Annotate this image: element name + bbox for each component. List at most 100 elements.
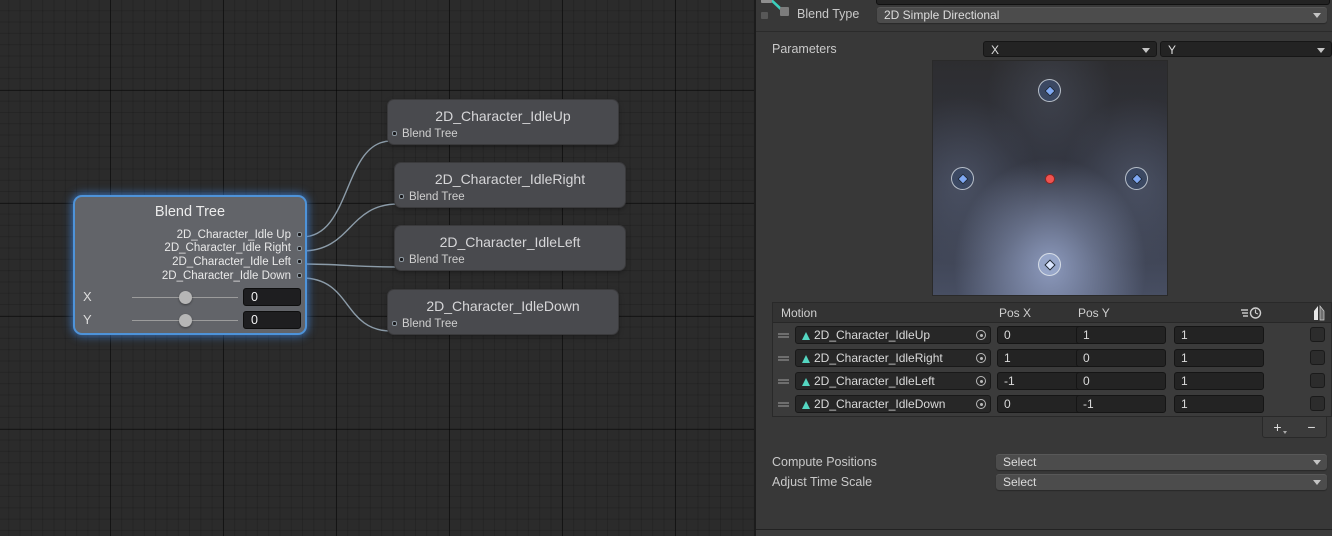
graph-canvas[interactable]: Blend Tree 2D_Character_Idle Up 2D_Chara… [0,0,755,536]
speed-field[interactable]: 1 [1174,326,1264,344]
parameters-label: Parameters [772,42,837,56]
blend-type-value: 2D Simple Directional [884,8,999,22]
node-idle-left[interactable]: 2D_Character_IdleLeft Blend Tree [395,226,625,270]
parameter-x-dropdown[interactable]: X [983,41,1157,57]
blend-point-down[interactable] [1038,253,1061,276]
output-label: 2D_Character_Idle Right [164,242,291,254]
mirror-checkbox[interactable] [1310,373,1325,388]
root-node-title: Blend Tree [75,197,305,220]
remove-motion-button[interactable]: − [1307,420,1315,434]
motion-diamond-icon [1044,85,1055,96]
pos-y-field[interactable]: -1 [1076,395,1166,413]
motion-object-field[interactable]: 2D_Character_IdleRight [795,349,991,367]
bottom-strip [756,530,1332,536]
drag-handle[interactable] [778,402,789,407]
input-port [392,131,397,136]
node-subtitle: Blend Tree [409,191,465,203]
blend-tree-root-node[interactable]: Blend Tree 2D_Character_Idle Up 2D_Chara… [75,197,305,333]
adjust-time-scale-value: Select [1003,475,1036,489]
motion-row: 2D_Character_IdleUp 0 1 1 [773,324,1331,347]
motion-object-field[interactable]: 2D_Character_IdleDown [795,395,991,413]
speed-field[interactable]: 1 [1174,395,1264,413]
mirror-checkbox[interactable] [1310,327,1325,342]
param-y-value-field[interactable]: 0 [243,311,301,329]
table-footer: + − [1262,417,1327,438]
chevron-down-icon [1142,48,1150,53]
name-field-partial[interactable] [876,0,1330,5]
param-x-value-field[interactable]: 0 [243,288,301,306]
pos-y-field[interactable]: 0 [1076,349,1166,367]
motion-clip-icon [802,378,810,386]
motion-clip-icon [802,332,810,340]
output-port [297,259,302,264]
pos-y-field[interactable]: 0 [1076,372,1166,390]
motion-name: 2D_Character_IdleUp [814,328,930,342]
pos-y-field[interactable]: 1 [1076,326,1166,344]
blend-point-up[interactable] [1038,79,1061,102]
parameter-y-dropdown[interactable]: Y [1160,41,1332,57]
blend-point-left[interactable] [951,167,974,190]
root-node-outputs: 2D_Character_Idle Up 2D_Character_Idle R… [75,228,305,282]
motion-object-field[interactable]: 2D_Character_IdleLeft [795,372,991,390]
drag-handle[interactable] [778,379,789,384]
motion-clip-icon [802,355,810,363]
chevron-down-icon [1317,48,1325,53]
blend-tree-icon [760,0,792,22]
node-title: 2D_Character_IdleUp [388,100,618,124]
node-idle-down[interactable]: 2D_Character_IdleDown Blend Tree [388,290,618,334]
object-picker-icon[interactable] [976,399,986,409]
motion-diamond-icon [1044,259,1055,270]
compute-positions-dropdown[interactable]: Select [996,454,1327,470]
speed-field[interactable]: 1 [1174,372,1264,390]
node-idle-right[interactable]: 2D_Character_IdleRight Blend Tree [395,163,625,207]
object-picker-icon[interactable] [976,353,986,363]
chevron-down-icon [1313,460,1321,465]
blend-tree-editor: Blend Tree 2D_Character_Idle Up 2D_Chara… [0,0,1332,536]
motion-row: 2D_Character_IdleRight 1 0 1 [773,347,1331,370]
blend-type-label: Blend Type [797,7,859,21]
blend-type-dropdown[interactable]: 2D Simple Directional [877,7,1327,23]
inspector-panel: Blend Type 2D Simple Directional Paramet… [756,0,1332,536]
output-row-up: 2D_Character_Idle Up [75,228,305,242]
add-motion-button[interactable]: + [1273,420,1286,434]
blend-space-canvas[interactable] [933,61,1167,295]
drag-handle[interactable] [778,356,789,361]
input-port [399,257,404,262]
drag-handle[interactable] [778,333,789,338]
param-y-slider-handle[interactable] [179,314,192,327]
input-port [399,194,404,199]
object-picker-icon[interactable] [976,330,986,340]
motion-column-header: Motion [781,306,817,320]
node-subtitle: Blend Tree [409,254,465,266]
section-divider [756,31,1332,32]
output-row-down: 2D_Character_Idle Down [75,269,305,283]
output-label: 2D_Character_Idle Up [177,229,291,241]
motion-clip-icon [802,401,810,409]
compute-positions-value: Select [1003,455,1036,469]
param-x-slider-handle[interactable] [179,291,192,304]
motion-object-field[interactable]: 2D_Character_IdleUp [795,326,991,344]
motion-row: 2D_Character_IdleDown 0 -1 1 [773,393,1331,416]
output-label: 2D_Character_Idle Left [172,256,291,268]
mirror-checkbox[interactable] [1310,396,1325,411]
blend-point-right[interactable] [1125,167,1148,190]
motion-row: 2D_Character_IdleLeft -1 0 1 [773,370,1331,393]
motion-diamond-icon [957,173,968,184]
node-idle-up[interactable]: 2D_Character_IdleUp Blend Tree [388,100,618,144]
output-port [297,232,302,237]
adjust-time-scale-dropdown[interactable]: Select [996,474,1327,490]
chevron-down-icon [1283,431,1287,434]
motion-name: 2D_Character_IdleLeft [814,374,935,388]
object-picker-icon[interactable] [976,376,986,386]
compute-positions-label: Compute Positions [772,455,877,469]
pos-y-column-header: Pos Y [1078,306,1110,320]
node-subtitle: Blend Tree [402,318,458,330]
param-y-label: Y [83,312,92,327]
speed-field[interactable]: 1 [1174,349,1264,367]
preview-position-handle[interactable] [1045,174,1055,184]
mirror-checkbox[interactable] [1310,350,1325,365]
param-row-x: X 0 [75,288,305,306]
output-port [297,246,302,251]
param-row-y: Y 0 [75,311,305,329]
node-title: 2D_Character_IdleRight [395,163,625,187]
